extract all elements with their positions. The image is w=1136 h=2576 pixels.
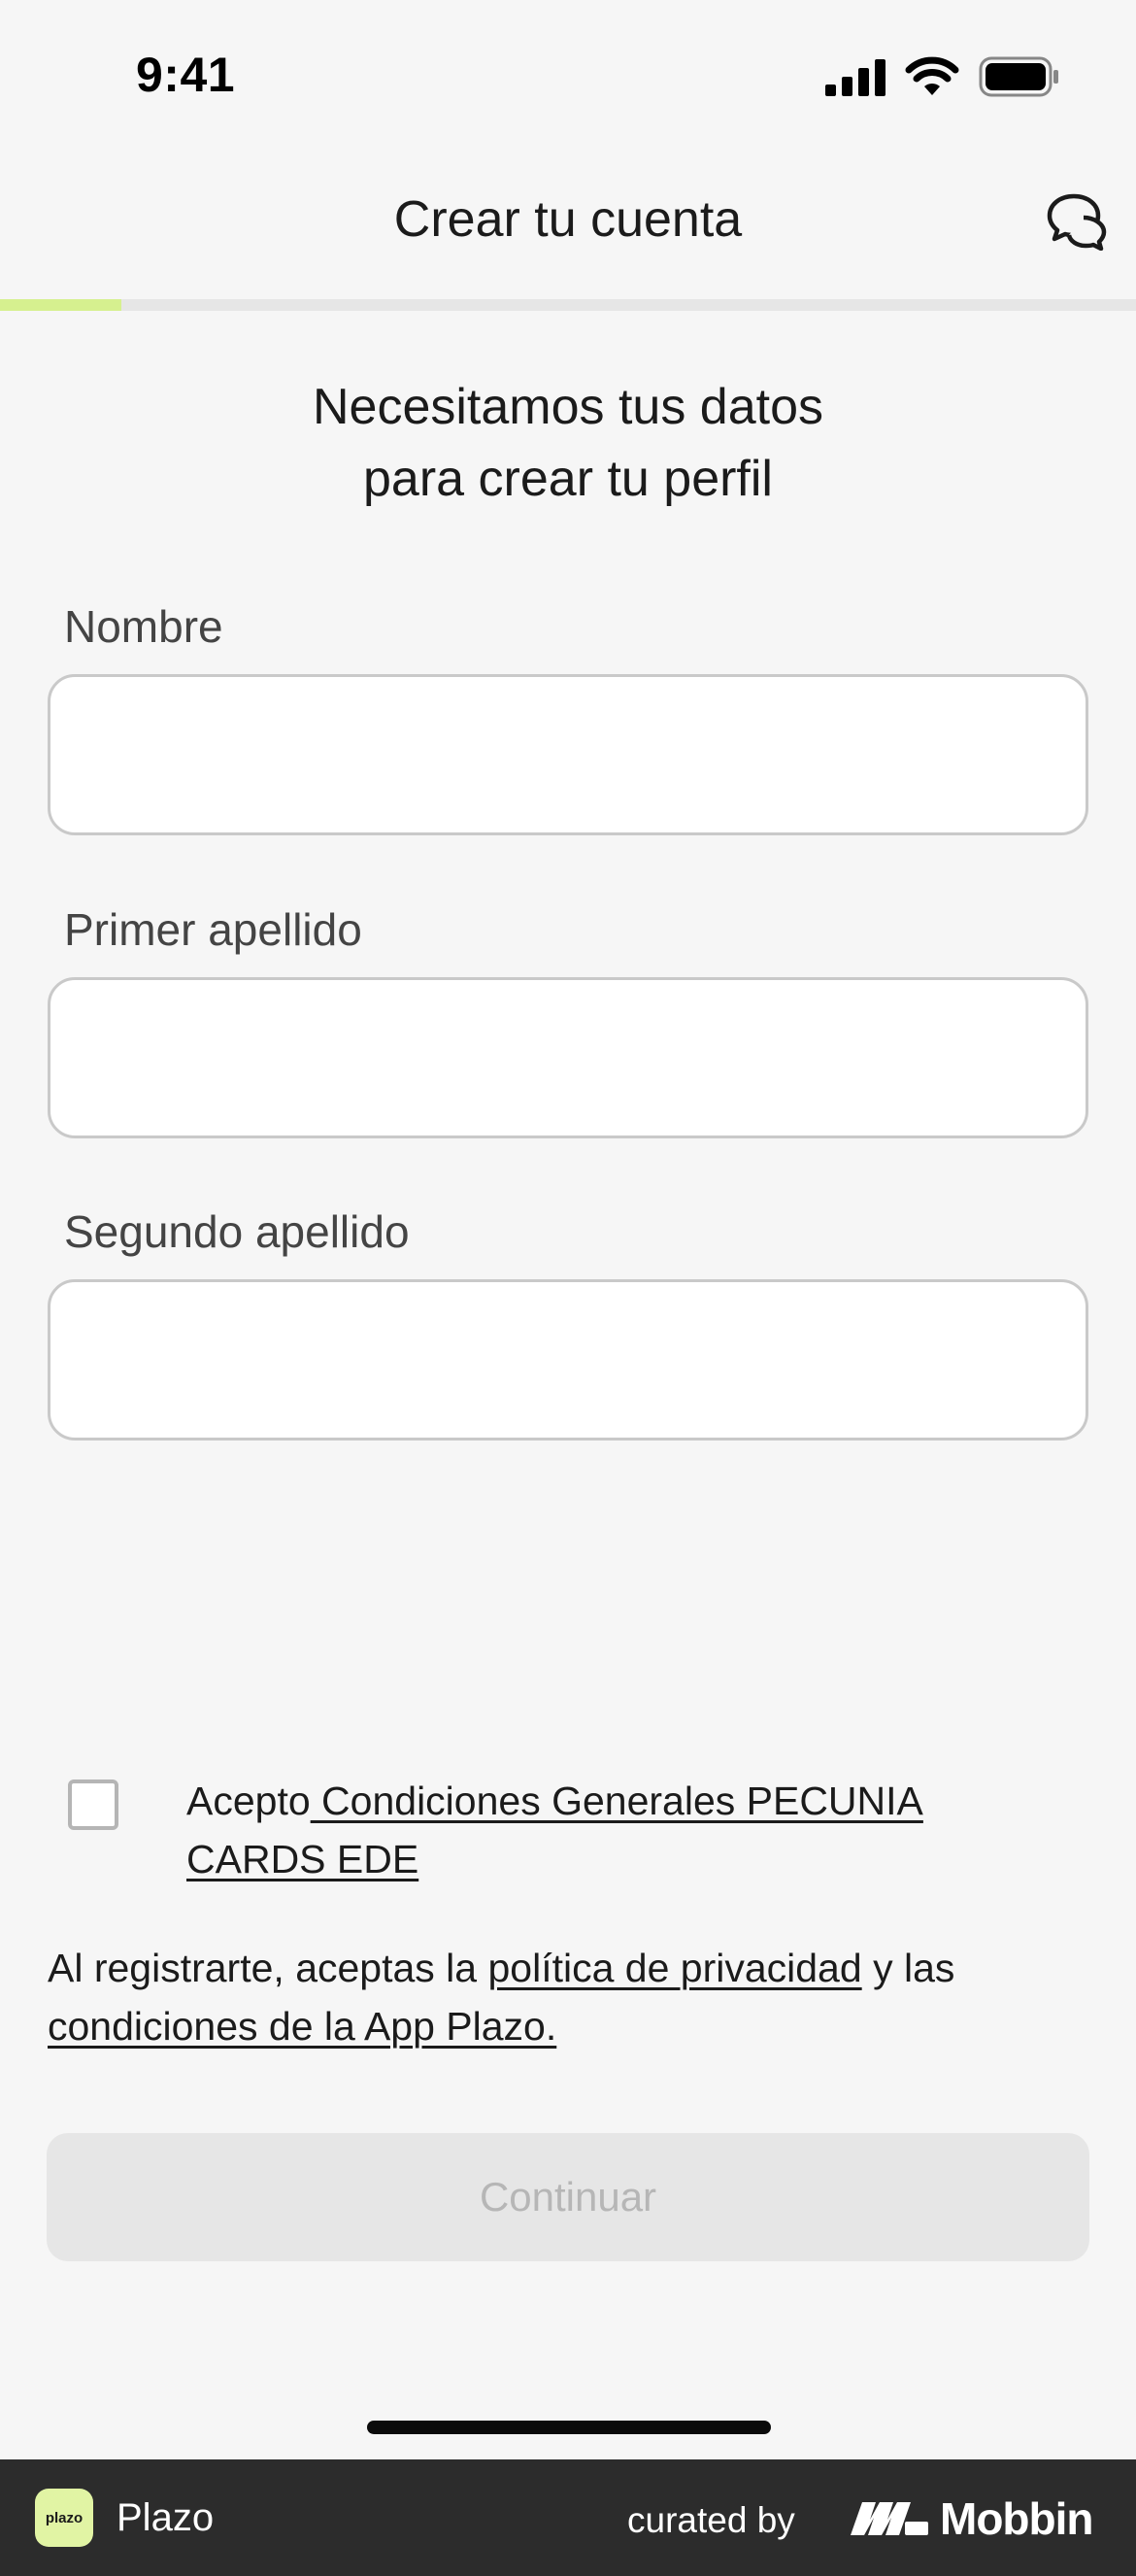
first-name-input[interactable] bbox=[48, 674, 1088, 835]
continue-button[interactable]: Continuar bbox=[47, 2133, 1089, 2261]
screen: 9:41 Crear tu cuenta Necesitamos tus dat… bbox=[0, 0, 1136, 2576]
status-time: 9:41 bbox=[136, 48, 236, 102]
app-terms-link[interactable]: condiciones de la App Plazo. bbox=[48, 2004, 556, 2049]
form-heading-line1: Necesitamos tus datos bbox=[312, 379, 824, 435]
legal-part1: Al registrarte, aceptas la bbox=[48, 1946, 488, 1990]
form-heading: Necesitamos tus datos para crear tu perf… bbox=[0, 371, 1136, 515]
progress-fill bbox=[0, 299, 122, 311]
app-name: Plazo bbox=[117, 2496, 215, 2539]
first-surname-input[interactable] bbox=[48, 977, 1088, 1138]
signal-icon bbox=[825, 59, 885, 96]
mobbin-logo: Mobbin bbox=[851, 2492, 1093, 2545]
legal-text: Al registrarte, aceptas la política de p… bbox=[48, 1939, 1048, 2055]
second-surname-label: Segundo apellido bbox=[64, 1206, 410, 1257]
footer-bar: plazo Plazo curated by Mobbin bbox=[0, 2459, 1136, 2576]
first-surname-label: Primer apellido bbox=[64, 904, 362, 955]
status-icons bbox=[825, 56, 1060, 97]
mobbin-brand: Mobbin bbox=[940, 2493, 1093, 2544]
mobbin-logo-icon bbox=[851, 2502, 928, 2535]
app-badge: plazo bbox=[35, 2489, 93, 2547]
first-name-label: Nombre bbox=[64, 601, 223, 652]
home-indicator bbox=[367, 2421, 771, 2434]
curated-by-label: curated by bbox=[627, 2500, 795, 2540]
privacy-policy-link[interactable]: política de privacidad bbox=[487, 1946, 861, 1990]
consent-text: Acepto Condiciones Generales PECUNIA CAR… bbox=[186, 1772, 1041, 1888]
battery-icon bbox=[979, 56, 1058, 97]
page-title: Crear tu cuenta bbox=[393, 191, 743, 248]
consent-prefix: Acepto bbox=[186, 1779, 311, 1823]
second-surname-input[interactable] bbox=[48, 1279, 1088, 1441]
form-heading-line2: para crear tu perfil bbox=[363, 451, 773, 507]
legal-part2: y las bbox=[861, 1946, 955, 1990]
wifi-icon bbox=[905, 56, 959, 95]
terms-checkbox[interactable] bbox=[68, 1779, 118, 1830]
progress-bar bbox=[0, 299, 1136, 311]
chat-support-icon[interactable] bbox=[1045, 190, 1109, 252]
